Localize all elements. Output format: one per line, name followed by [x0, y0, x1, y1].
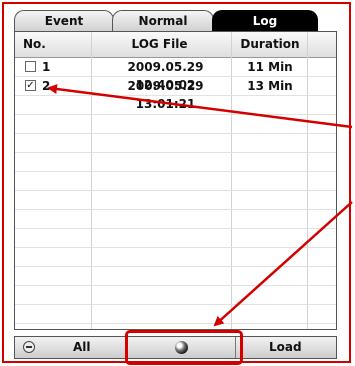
annotation-arrows: [47, 84, 353, 327]
annotation-arrow: [213, 201, 353, 327]
annotation-arrow: [47, 84, 353, 129]
